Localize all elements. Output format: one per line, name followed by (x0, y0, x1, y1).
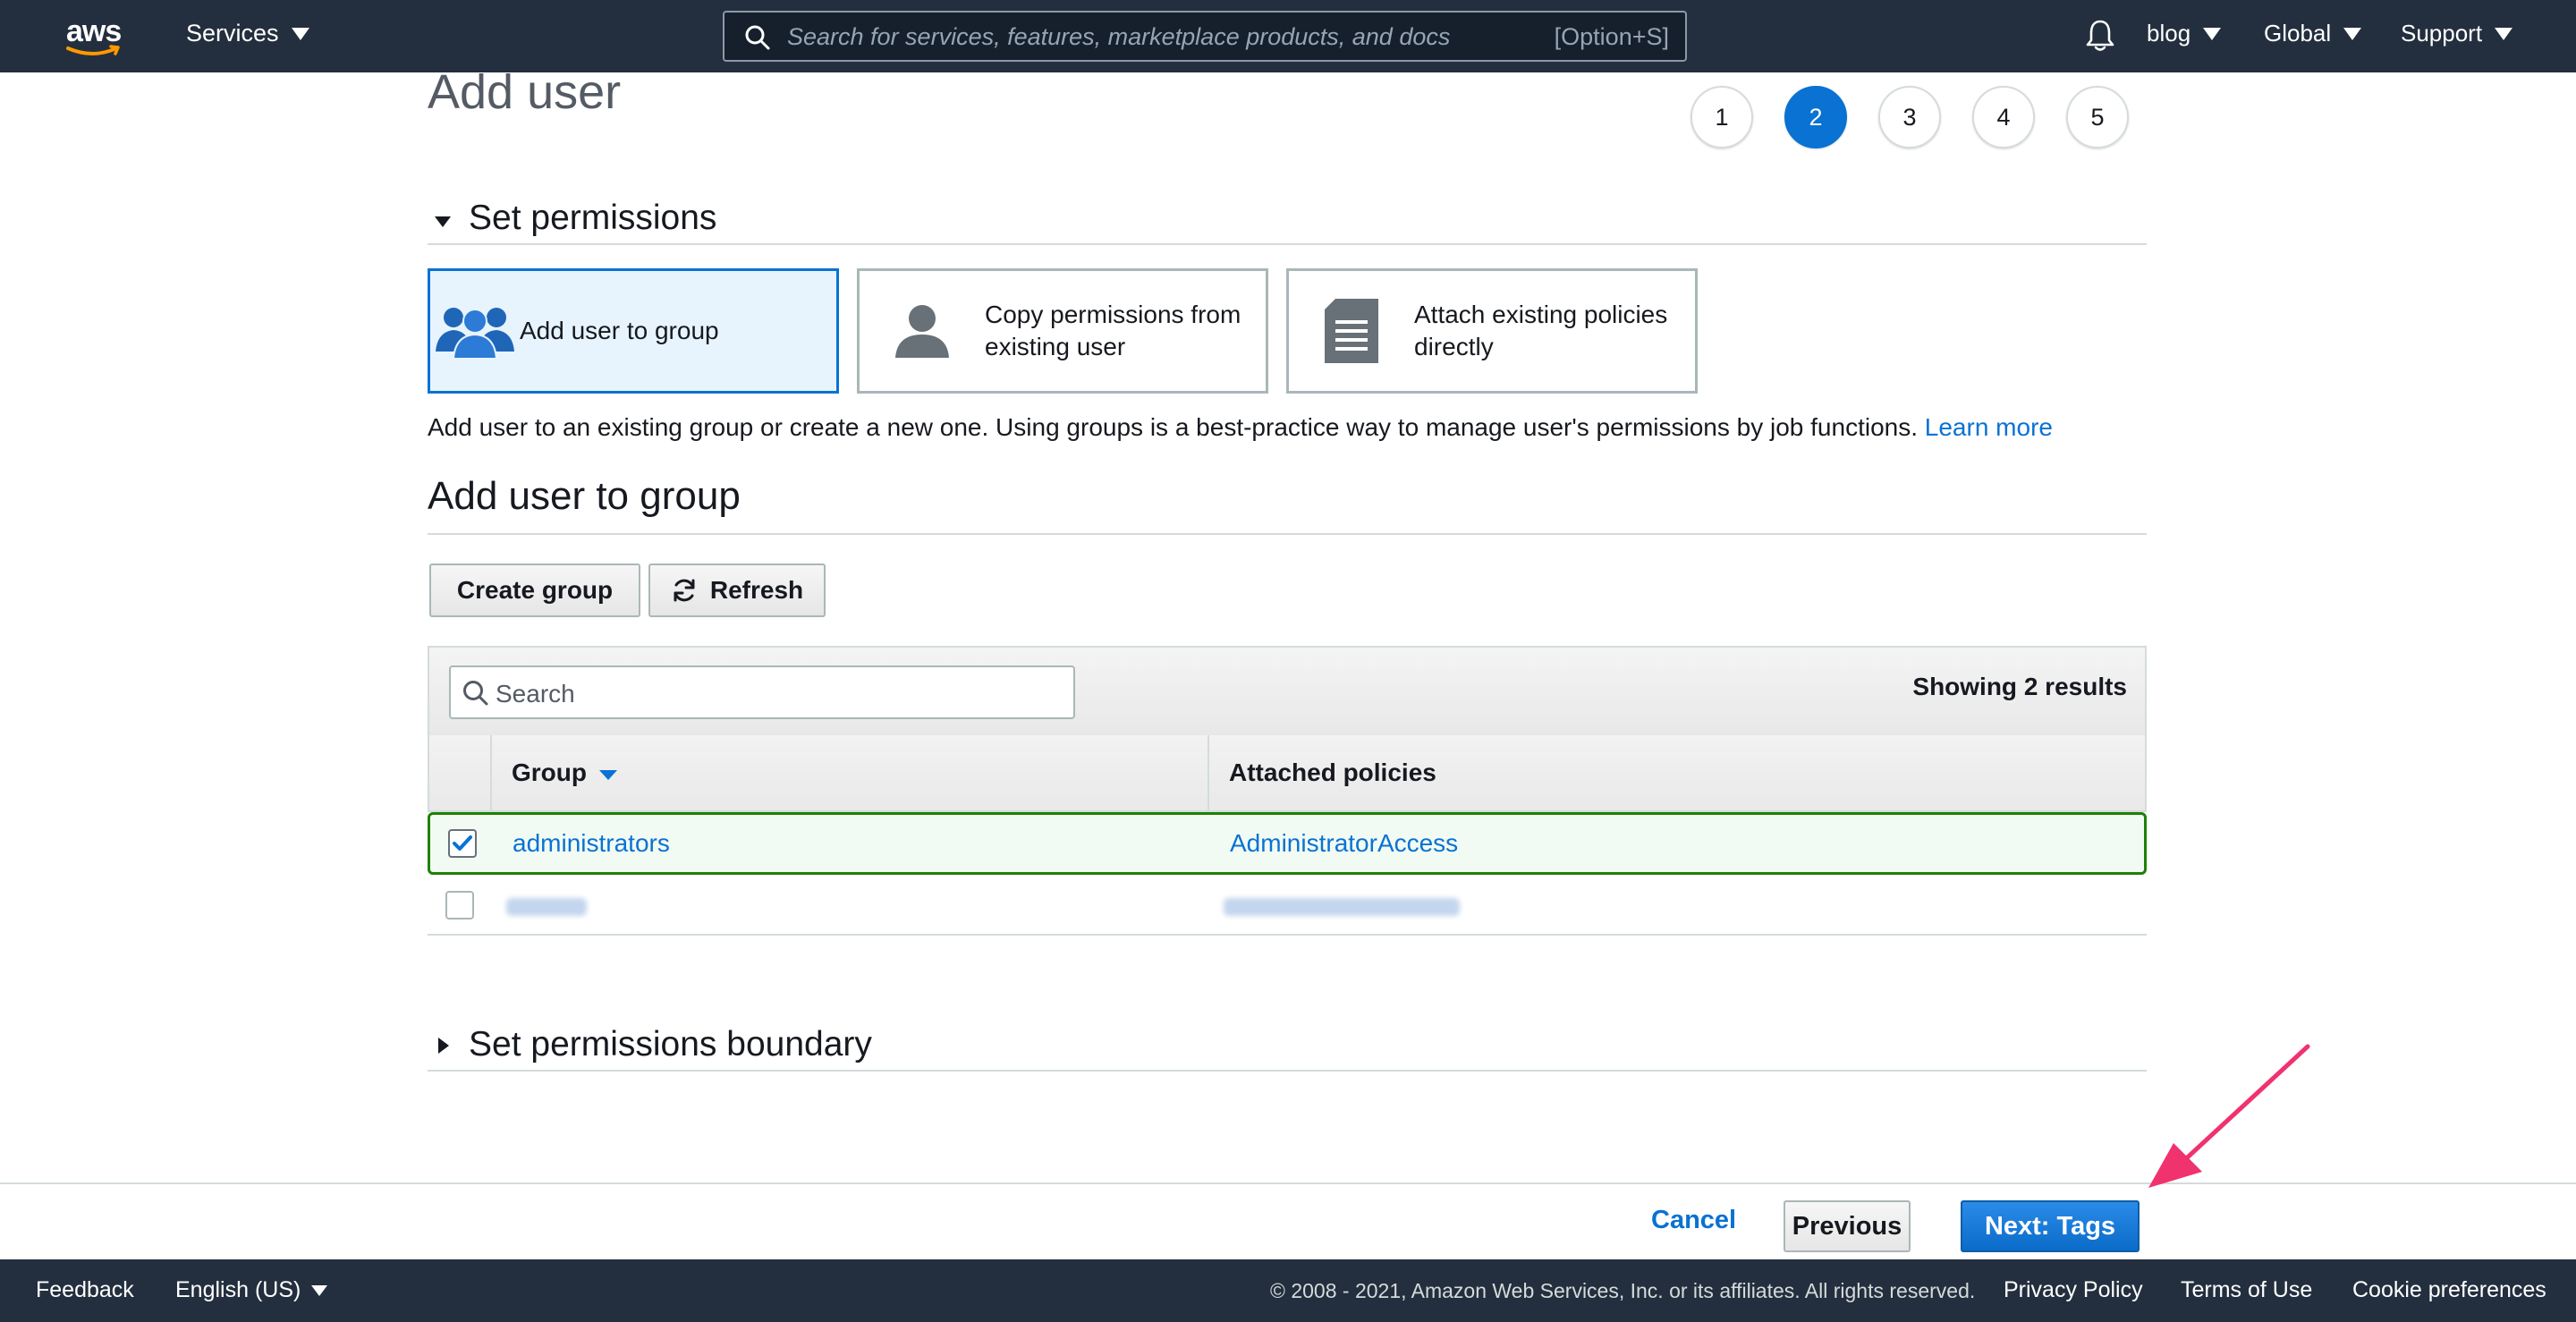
step-1[interactable]: 1 (1690, 86, 1753, 148)
option-label: Copy permissions from existing user (985, 301, 1241, 360)
group-name-link[interactable]: administrators (513, 829, 670, 858)
chevron-down-icon (311, 1284, 328, 1296)
language-label: English (US) (175, 1277, 301, 1302)
group-search-input[interactable]: Search (449, 665, 1075, 719)
feedback-link[interactable]: Feedback (36, 1277, 134, 1303)
privacy-policy-link[interactable]: Privacy Policy (2004, 1277, 2143, 1303)
cancel-button[interactable]: Cancel (1651, 1206, 1736, 1235)
users-group-icon (436, 308, 514, 359)
terms-of-use-link[interactable]: Terms of Use (2181, 1277, 2312, 1303)
feedback-label: Feedback (36, 1277, 134, 1302)
chevron-down-icon (2495, 27, 2513, 40)
aws-logo[interactable]: aws (63, 13, 127, 57)
description-text: Add user to an existing group or create … (428, 413, 1918, 441)
refresh-label: Refresh (709, 576, 804, 604)
results-count: Showing 2 results (1912, 673, 2127, 700)
set-permissions-header[interactable]: Set permissions (428, 195, 2147, 245)
table-header: Group Attached policies (428, 735, 2147, 812)
annotation-arrow-icon (2148, 1044, 2310, 1188)
policy-link[interactable]: AdministratorAccess (1230, 829, 1458, 858)
column-divider (1208, 735, 1209, 810)
option-attach-policies[interactable]: Attach existing policies directly (1286, 268, 1698, 394)
wizard-action-bar: Cancel Previous Next: Tags (0, 1182, 2576, 1259)
sort-descending-icon (599, 769, 617, 780)
create-group-button[interactable]: Create group (429, 564, 640, 617)
chevron-down-icon (2203, 27, 2222, 40)
row-checkbox[interactable] (445, 891, 474, 919)
row-checkbox-checked[interactable] (448, 829, 477, 858)
chevron-down-icon (291, 27, 309, 40)
permissions-description: Add user to an existing group or create … (428, 413, 2053, 442)
groups-table: Search Showing 2 results Group Attached … (428, 646, 2147, 937)
aws-smile-icon (66, 45, 120, 55)
option-label: Attach existing policies directly (1414, 301, 1668, 360)
step-2-active[interactable]: 2 (1784, 86, 1847, 148)
console-footer: Feedback English (US) © 2008 - 2021, Ama… (0, 1259, 2576, 1322)
checkmark-icon (453, 835, 472, 851)
wizard-steps: 1 2 3 4 5 (1690, 86, 2129, 148)
support-menu[interactable]: Support (2401, 20, 2513, 47)
document-icon (1325, 299, 1378, 363)
redacted-policy-name (1224, 898, 1460, 916)
column-header-group[interactable]: Group (512, 758, 617, 787)
add-user-to-group-header: Add user to group (428, 474, 2147, 535)
user-icon (895, 305, 949, 358)
set-permissions-title: Set permissions (469, 199, 717, 237)
cookie-preferences-link[interactable]: Cookie preferences (2352, 1277, 2546, 1303)
step-4[interactable]: 4 (1972, 86, 2035, 148)
page-title: Add user (428, 72, 622, 119)
table-row[interactable] (428, 877, 2147, 936)
column-divider (490, 735, 492, 810)
search-placeholder: Search (496, 680, 575, 708)
terms-of-use-label: Terms of Use (2181, 1277, 2313, 1302)
next-tags-button[interactable]: Next: Tags (1961, 1200, 2140, 1252)
step-5[interactable]: 5 (2066, 86, 2129, 148)
cookie-preferences-label: Cookie preferences (2352, 1277, 2546, 1302)
column-header-group-label: Group (512, 758, 587, 786)
bell-icon[interactable] (2084, 18, 2116, 54)
option-copy-permissions[interactable]: Copy permissions from existing user (857, 268, 1268, 394)
services-label: Services (186, 20, 279, 47)
search-placeholder: Search for services, features, marketpla… (787, 23, 1451, 50)
set-permissions-boundary-header[interactable]: Set permissions boundary (428, 1021, 2147, 1072)
caret-down-icon (435, 216, 451, 227)
top-navigation: aws Services Search for services, featur… (0, 0, 2576, 72)
set-permissions-boundary-title: Set permissions boundary (469, 1025, 872, 1064)
account-menu[interactable]: blog (2147, 20, 2222, 47)
column-header-policies[interactable]: Attached policies (1229, 758, 1436, 787)
search-icon (463, 681, 488, 706)
search-shortcut-hint: [Option+S] (1554, 23, 1669, 50)
support-label: Support (2401, 20, 2483, 47)
privacy-policy-label: Privacy Policy (2004, 1277, 2143, 1302)
region-menu[interactable]: Global (2264, 20, 2362, 47)
language-selector[interactable]: English (US) (175, 1277, 328, 1303)
option-add-user-to-group[interactable]: Add user to group (428, 268, 839, 394)
global-search-input[interactable]: Search for services, features, marketpla… (723, 11, 1687, 62)
refresh-button[interactable]: Refresh (648, 564, 826, 617)
previous-button[interactable]: Previous (1784, 1200, 1911, 1252)
refresh-icon (674, 579, 695, 602)
option-label: Add user to group (520, 317, 719, 344)
caret-right-icon (438, 1038, 449, 1054)
redacted-group-name (506, 898, 587, 916)
add-user-to-group-title: Add user to group (428, 474, 741, 518)
table-row[interactable]: administrators AdministratorAccess (428, 812, 2147, 875)
region-label: Global (2264, 20, 2332, 47)
table-filter-bar: Search Showing 2 results (428, 646, 2147, 737)
step-3[interactable]: 3 (1878, 86, 1941, 148)
copyright-text: © 2008 - 2021, Amazon Web Services, Inc.… (1270, 1279, 1976, 1302)
chevron-down-icon (2343, 27, 2362, 40)
search-icon (745, 25, 770, 50)
account-label: blog (2147, 20, 2191, 47)
learn-more-link[interactable]: Learn more (1925, 413, 2053, 441)
services-menu[interactable]: Services (186, 20, 309, 47)
